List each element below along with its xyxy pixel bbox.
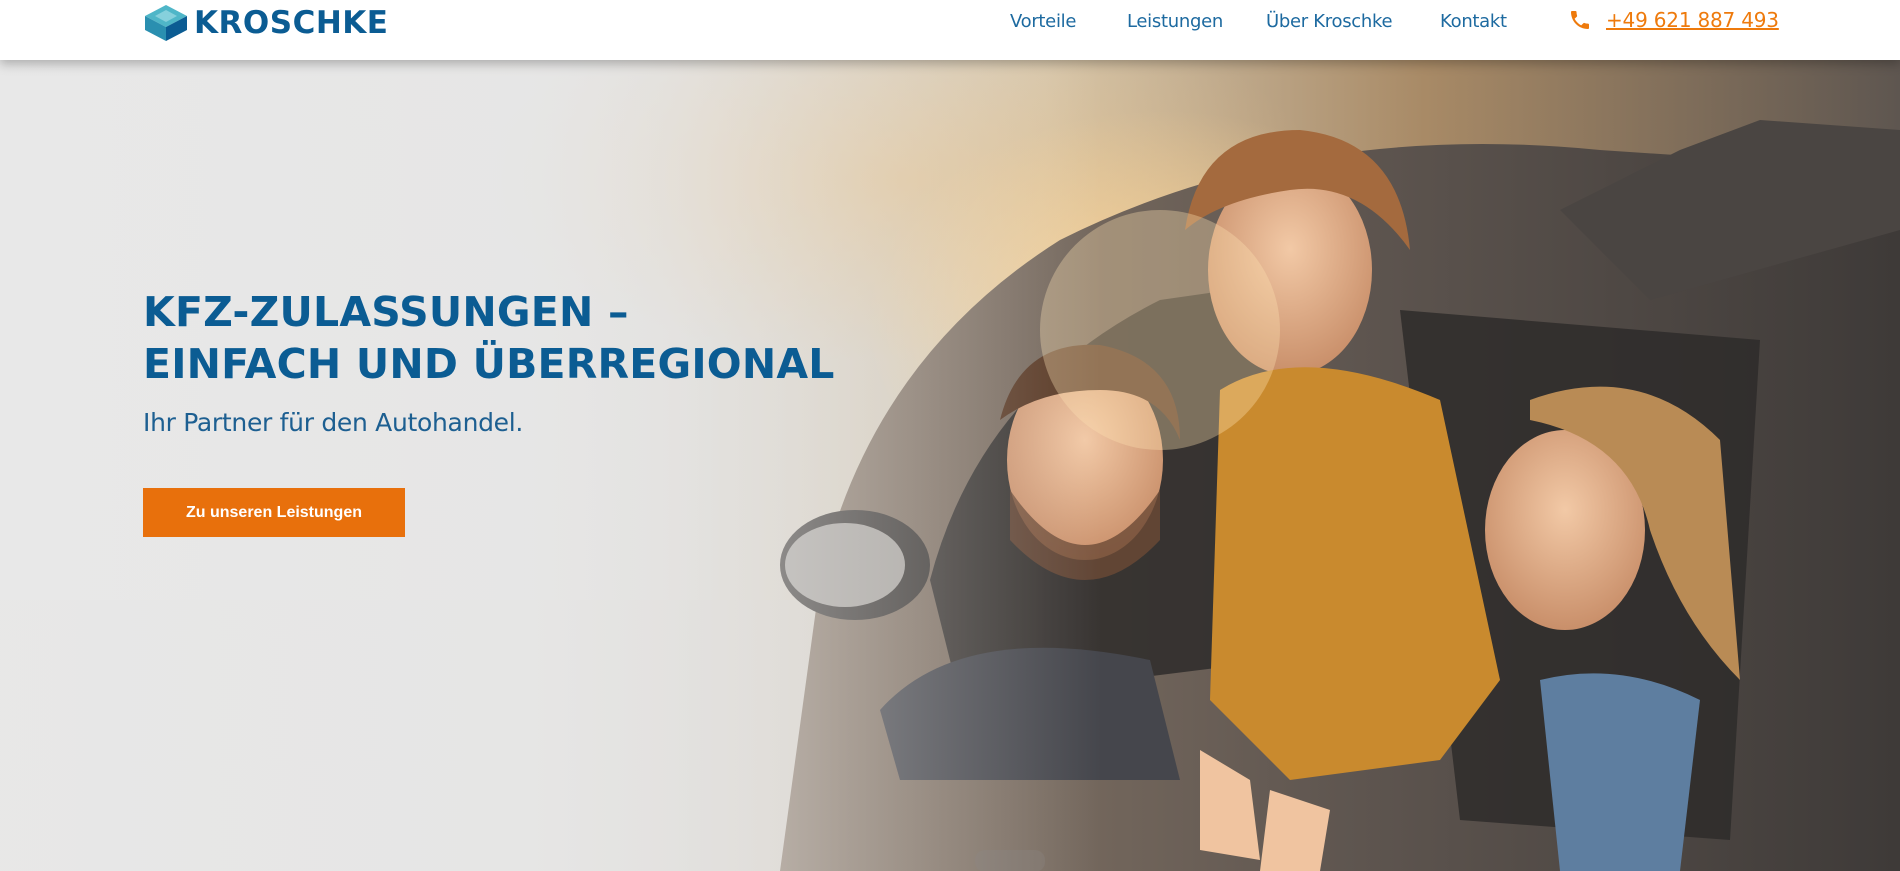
hero-section: KFZ-ZULASSUNGEN – EINFACH UND ÜBERREGION…: [0, 60, 1900, 871]
logo-text: KROSCHKE: [194, 5, 389, 41]
logo[interactable]: KROSCHKE: [143, 4, 388, 42]
phone-number: +49 621 887 493: [1606, 8, 1779, 32]
services-cta-button[interactable]: Zu unseren Leistungen: [143, 488, 405, 537]
hero-headline-line2: EINFACH UND ÜBERREGIONAL: [143, 340, 835, 388]
hero-headline-line1: KFZ-ZULASSUNGEN –: [143, 288, 629, 336]
nav-item-kontakt[interactable]: Kontakt: [1440, 11, 1507, 32]
phone-icon: [1571, 11, 1589, 29]
hero-subline: Ihr Partner für den Autohandel.: [143, 408, 524, 437]
nav-item-vorteile[interactable]: Vorteile: [1010, 11, 1076, 32]
site-header: KROSCHKE Vorteile Leistungen Über Krosch…: [0, 0, 1900, 60]
hero-headline: KFZ-ZULASSUNGEN – EINFACH UND ÜBERREGION…: [143, 286, 835, 390]
hero-text-block: KFZ-ZULASSUNGEN – EINFACH UND ÜBERREGION…: [143, 286, 835, 437]
kroschke-cube-logo-icon: [145, 5, 187, 41]
family-in-car-photo: [0, 120, 1900, 871]
nav-item-leistungen[interactable]: Leistungen: [1127, 11, 1223, 32]
nav-item-ueber-kroschke[interactable]: Über Kroschke: [1266, 11, 1393, 32]
phone-link[interactable]: +49 621 887 493: [1568, 8, 1779, 32]
